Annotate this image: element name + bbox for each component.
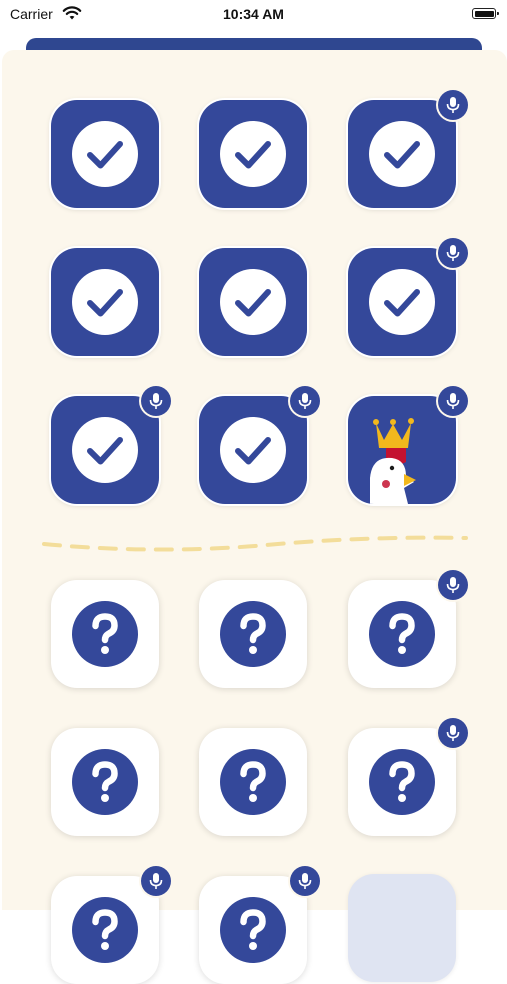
audio-badge <box>141 386 171 416</box>
check-icon <box>72 417 138 483</box>
audio-badge <box>438 386 468 416</box>
level-tile-locked[interactable] <box>199 876 307 984</box>
level-tile-upcoming[interactable] <box>348 874 456 982</box>
level-tile-completed[interactable] <box>199 396 307 504</box>
level-tile-locked[interactable] <box>348 580 456 688</box>
level-tile-completed[interactable] <box>348 248 456 356</box>
status-bar: Carrier 10:34 AM <box>0 0 507 34</box>
level-tile-locked[interactable] <box>199 580 307 688</box>
level-tile-completed[interactable] <box>51 396 159 504</box>
section-divider <box>42 535 468 552</box>
microphone-icon <box>298 393 312 409</box>
microphone-icon <box>446 577 460 593</box>
check-icon <box>369 121 435 187</box>
question-icon <box>72 897 138 963</box>
microphone-icon <box>149 393 163 409</box>
question-icon <box>220 897 286 963</box>
check-icon <box>220 269 286 335</box>
audio-badge <box>438 718 468 748</box>
level-tile-locked[interactable] <box>51 728 159 836</box>
question-icon <box>220 749 286 815</box>
check-icon <box>72 121 138 187</box>
audio-badge <box>438 570 468 600</box>
microphone-icon <box>446 245 460 261</box>
check-icon <box>220 121 286 187</box>
level-tile-completed[interactable] <box>348 100 456 208</box>
question-icon <box>220 601 286 667</box>
level-tile-boss[interactable] <box>348 396 456 504</box>
microphone-icon <box>298 873 312 889</box>
audio-badge <box>438 90 468 120</box>
audio-badge <box>141 866 171 896</box>
level-tile-completed[interactable] <box>199 248 307 356</box>
question-icon <box>369 749 435 815</box>
level-tile-locked[interactable] <box>199 728 307 836</box>
level-sheet[interactable] <box>2 50 507 984</box>
battery-icon <box>472 8 499 19</box>
level-tile-completed[interactable] <box>51 100 159 208</box>
microphone-icon <box>446 393 460 409</box>
audio-badge <box>438 238 468 268</box>
microphone-icon <box>446 725 460 741</box>
check-icon <box>369 269 435 335</box>
question-icon <box>369 601 435 667</box>
check-icon <box>220 417 286 483</box>
level-tile-completed[interactable] <box>199 100 307 208</box>
clock: 10:34 AM <box>223 6 284 22</box>
audio-badge <box>290 866 320 896</box>
level-tile-locked[interactable] <box>51 580 159 688</box>
check-icon <box>72 269 138 335</box>
microphone-icon <box>446 97 460 113</box>
question-icon <box>72 749 138 815</box>
microphone-icon <box>149 873 163 889</box>
level-tile-locked[interactable] <box>51 876 159 984</box>
level-tile-completed[interactable] <box>51 248 159 356</box>
question-icon <box>72 601 138 667</box>
audio-badge <box>290 386 320 416</box>
level-tile-locked[interactable] <box>348 728 456 836</box>
crowned-chicken-icon <box>370 418 416 504</box>
